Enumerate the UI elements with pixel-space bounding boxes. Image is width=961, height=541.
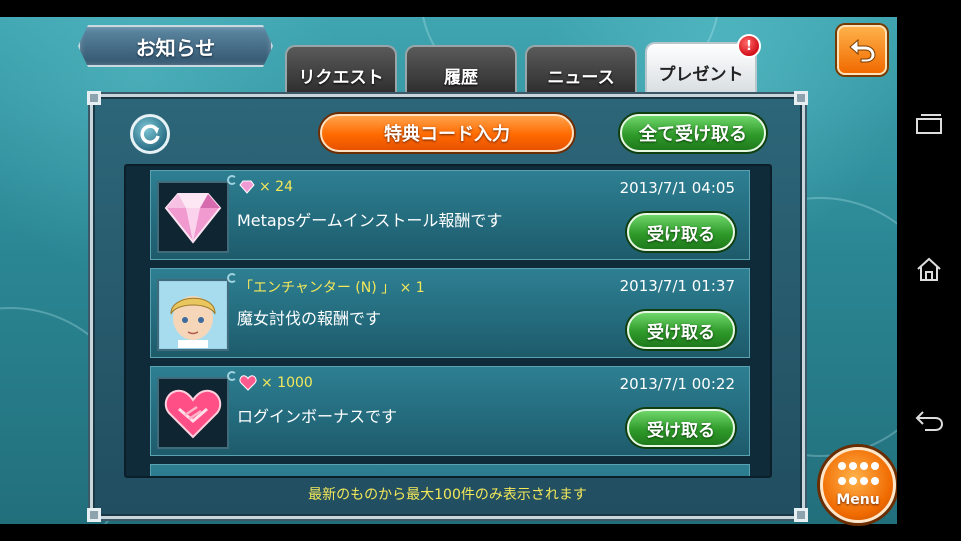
recent-apps-icon [916,114,942,134]
gift-thumbnail [157,377,229,449]
home-button[interactable] [911,251,947,287]
panel-corner [794,508,808,522]
ornament [227,273,237,283]
bottom-strip [0,524,897,541]
reward-text: 「エンチャンター (N) 」 × 1 [239,280,425,296]
menu-grid-icon [838,462,880,488]
return-arrow-icon [849,38,876,63]
gift-list[interactable]: × 24 2013/7/1 04:05 Metapsゲームインストール報酬です … [124,164,772,478]
home-icon [917,257,941,281]
page-title: お知らせ [78,25,273,67]
back-arrow-icon [915,411,944,431]
timestamp: 2013/7/1 04:05 [619,179,735,197]
claim-button[interactable]: 受け取る [627,213,735,251]
status-bar [0,0,897,17]
diamond-icon [164,193,222,244]
menu-button[interactable]: Menu [820,447,896,523]
gift-row: 「エンチャンター (N) 」 × 1 2013/7/1 01:37 魔女討伐の報… [150,268,750,358]
notification-badge: ! [737,34,761,58]
gift-thumbnail [157,181,229,253]
character-portrait [160,282,226,348]
back-button[interactable] [837,25,887,75]
panel-corner [87,91,101,105]
panel-corner [87,508,101,522]
timestamp: 2013/7/1 01:37 [619,277,735,295]
gift-message: Metapsゲームインストール報酬です [237,211,503,230]
tab-request[interactable]: リクエスト [285,45,397,95]
system-navigation-bar [897,0,961,541]
ornament [227,371,237,381]
gift-message: ログインボーナスです [237,407,398,426]
recent-apps-button[interactable] [911,106,947,142]
reward-info: × 24 [239,179,293,195]
reward-text: × 24 [259,179,293,195]
tab-history[interactable]: 履歴 [405,45,517,95]
gift-message: 魔女討伐の報酬です [237,309,382,328]
gift-row: × 1000 2013/7/1 00:22 ログインボーナスです 受け取る [150,366,750,456]
gift-row: × 24 2013/7/1 04:05 Metapsゲームインストール報酬です … [150,170,750,260]
ornament [227,175,237,185]
refresh-icon [140,124,160,144]
tab-news[interactable]: ニュース [525,45,637,95]
gift-thumbnail [157,279,229,351]
claim-all-button[interactable]: 全て受け取る [620,114,766,152]
reward-info: × 1000 [239,375,313,391]
enter-bonus-code-button[interactable]: 特典コード入力 [320,114,574,152]
gift-row-partial [150,464,750,476]
menu-label: Menu [836,492,880,508]
reward-text: × 1000 [261,375,313,391]
footer-note: 最新のものから最大100件のみ表示されます [308,487,587,503]
tab-label: 履歴 [444,67,478,88]
heart-gem-icon [239,375,257,391]
claim-button[interactable]: 受け取る [627,409,735,447]
pink-gem-icon [239,180,255,194]
tab-present[interactable]: プレゼント ! [645,34,761,92]
reward-info: 「エンチャンター (N) 」 × 1 [239,277,425,297]
back-system-button[interactable] [911,402,947,438]
refresh-button[interactable] [130,114,170,154]
handshake-heart-icon [164,389,222,439]
tab-label: ニュース [547,67,615,88]
tab-label: リクエスト [298,67,384,88]
panel-corner [794,91,808,105]
timestamp: 2013/7/1 00:22 [619,375,735,393]
claim-button[interactable]: 受け取る [627,311,735,349]
tab-label: プレゼント [658,64,744,85]
